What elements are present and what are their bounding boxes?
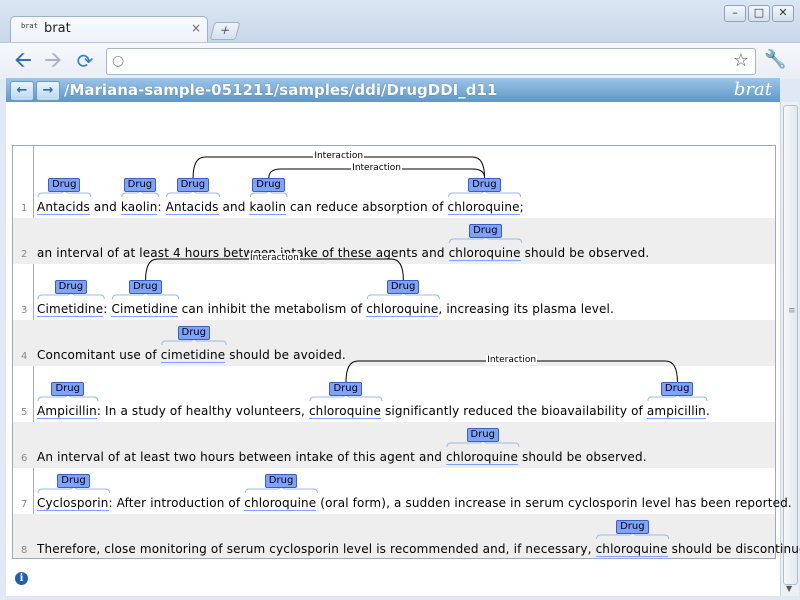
relation-arcs [37,156,708,540]
drug-entity-label[interactable]: Drug [264,474,298,488]
minimize-button[interactable]: – [724,5,746,22]
info-icon[interactable]: i [15,572,28,585]
brat-favicon-icon: brat [21,22,38,30]
drug-entity-label[interactable]: Drug [123,178,157,192]
drug-entity-label[interactable]: Drug [54,280,88,294]
interaction-relation-label[interactable]: Interaction [248,253,300,263]
close-window-button[interactable]: ✕ [772,5,794,22]
drug-entity-label[interactable]: Drug [51,382,84,396]
scrollbar-thumb[interactable]: ≡ [783,105,798,585]
drug-entity-label[interactable]: Drug [616,520,649,534]
back-arrow-icon[interactable]: 🡨 [10,48,36,74]
annotation-document: 1 Antacids and kaolin: Antacids and kaoli… [12,145,800,559]
drug-entity-label[interactable]: Drug [177,326,210,340]
new-tab-button[interactable]: + [209,22,241,40]
brat-logo: brat [733,79,772,100]
browser-titlebar: brat brat × + – □ ✕ [0,0,800,43]
vertical-scrollbar[interactable]: ≡ ▼ [780,102,799,596]
interaction-relation-label[interactable]: Interaction [313,151,365,161]
drug-entity-label[interactable]: Drug [660,382,694,396]
prev-document-button[interactable]: ← [10,81,34,101]
address-bar[interactable]: ○ ☆ [106,48,756,75]
drug-entity-label[interactable]: Drug [47,178,81,192]
forward-arrow-icon[interactable]: 🡪 [40,48,66,74]
drug-entity-label[interactable]: Drug [466,428,499,442]
grip-icon: ≡ [788,306,796,316]
drug-entity-label[interactable]: Drug [468,178,501,192]
wrench-icon[interactable]: 🔧 [764,49,786,70]
reload-icon[interactable]: ⟳ [72,48,98,74]
interaction-relation-label[interactable]: Interaction [486,355,538,365]
interaction-relation-label[interactable]: Interaction [351,163,402,173]
drug-entity-label[interactable]: Drug [469,224,502,238]
drug-entity-label[interactable]: Drug [57,474,90,488]
drug-entity-label[interactable]: Drug [129,280,162,294]
drug-entity-label[interactable]: Drug [252,178,285,192]
drug-entity-label[interactable]: Drug [329,382,362,396]
tab-close-icon[interactable]: × [191,21,201,35]
brat-header-bar: ← → /Mariana-sample-051211/samples/ddi/D… [6,78,780,103]
drug-entity-label[interactable]: Drug [176,178,210,192]
browser-toolbar: 🡨 🡪 ⟳ ○ ☆ 🔧 [0,42,800,79]
next-document-button[interactable]: → [36,81,60,101]
browser-tab[interactable]: brat brat × [10,16,208,43]
tab-title: brat [44,21,71,36]
bookmark-star-icon[interactable]: ☆ [733,50,749,71]
maximize-button[interactable]: □ [748,5,770,22]
scroll-down-arrow-icon[interactable]: ▼ [786,584,792,593]
globe-icon: ○ [112,53,125,69]
drug-entity-label[interactable]: Drug [386,280,420,294]
document-path[interactable]: /Mariana-sample-051211/samples/ddi/DrugD… [64,81,497,99]
plus-icon: + [218,23,233,37]
